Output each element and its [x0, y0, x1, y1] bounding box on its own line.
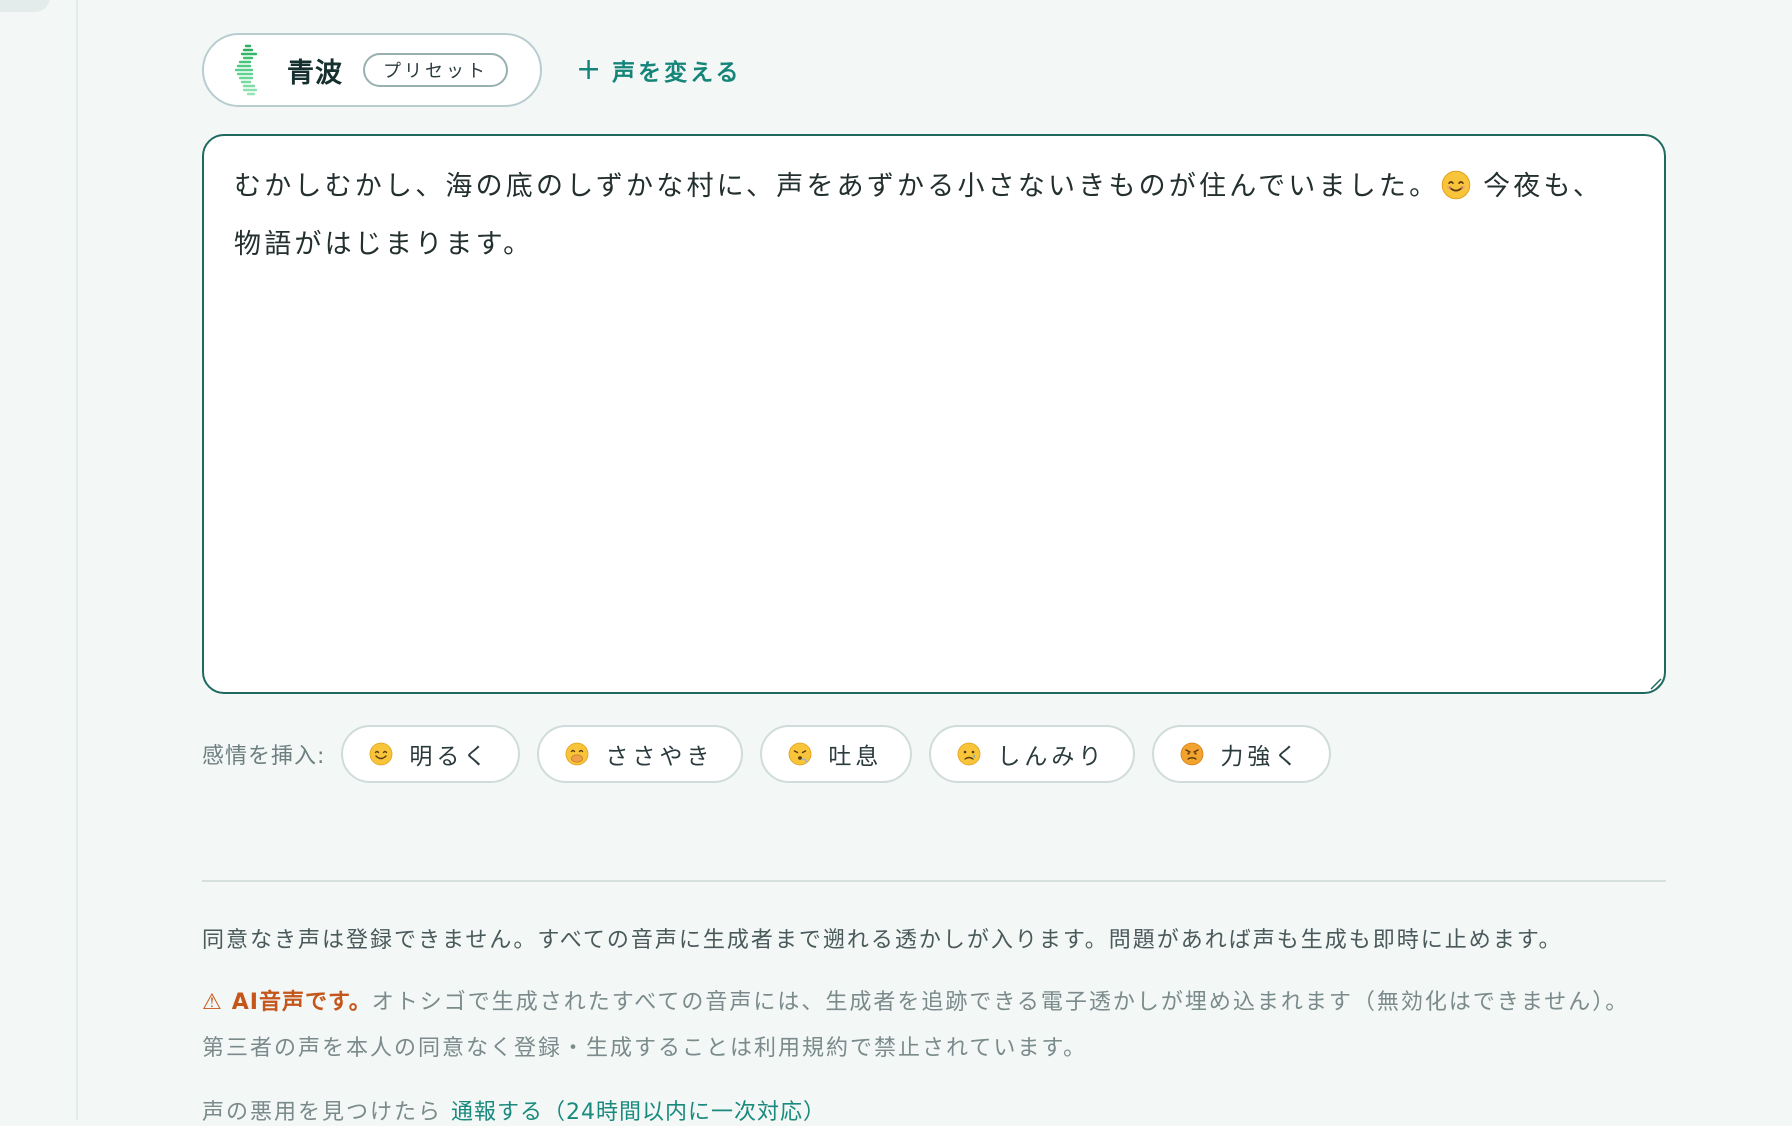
- emotion-button-sigh[interactable]: 吐息: [760, 725, 913, 783]
- emotion-insert-row: 感情を挿入: 明るく ささやき 吐息 しんみり 力強く: [202, 724, 1348, 784]
- report-link[interactable]: 通報する（24時間以内に一次対応）: [451, 1100, 826, 1125]
- section-divider: [202, 880, 1666, 882]
- ai-warning-label: AI音声です。: [231, 990, 372, 1015]
- smiling-face-icon: [1442, 170, 1471, 200]
- emotion-button-sad[interactable]: しんみり: [929, 725, 1136, 783]
- script-text-editor[interactable]: むかしむかし、海の底のしずかな村に、声をあずかる小さないきものが住んでいました。…: [202, 134, 1666, 694]
- emotion-button-whisper[interactable]: ささやき: [537, 725, 744, 783]
- editor-text-line1: むかしむかし、海の底のしずかな村に、声をあずかる小さないきものが住んでいました。: [234, 171, 1440, 202]
- abuse-report-notice: 声の悪用を見つけたら 通報する（24時間以内に一次対応）: [202, 1094, 826, 1126]
- face-exhaling-icon: [789, 742, 812, 766]
- resize-handle-icon[interactable]: [1646, 674, 1662, 690]
- voice-selector-row: 青波 プリセット + 声を変える: [202, 31, 741, 109]
- plus-icon: +: [576, 52, 605, 87]
- ai-warning-text2: 第三者の声を本人の同意なく登録・生成することは利用規約で禁止されています。: [202, 1036, 1088, 1061]
- change-voice-button[interactable]: + 声を変える: [576, 53, 741, 87]
- sidebar: [0, 0, 78, 1120]
- selected-voice-chip[interactable]: 青波 プリセット: [202, 33, 542, 107]
- smiling-face-icon: [370, 742, 393, 766]
- abuse-prefix: 声の悪用を見つけたら: [202, 1100, 443, 1125]
- ai-voice-warning: ⚠ AI音声です。オトシゴで生成されたすべての音声には、生成者を追跡できる電子透…: [202, 980, 1672, 1072]
- emotion-button-label: 吐息: [828, 744, 883, 770]
- angry-face-icon: [1181, 742, 1204, 766]
- change-voice-label: 声を変える: [612, 60, 742, 86]
- emotion-insert-label: 感情を挿入:: [202, 744, 326, 769]
- crying-face-icon: [958, 742, 981, 766]
- emotion-button-label: 明るく: [409, 744, 491, 770]
- sidebar-nav-item[interactable]: [0, 0, 50, 12]
- emotion-button-bright[interactable]: 明るく: [341, 725, 521, 783]
- emotion-button-label: しんみり: [997, 744, 1106, 770]
- emotion-button-label: 力強く: [1220, 744, 1302, 770]
- emotion-button-strong[interactable]: 力強く: [1152, 725, 1332, 783]
- face-with-hand-over-mouth-icon: [566, 742, 589, 766]
- editor-text-line1-tail: 今夜も、: [1471, 171, 1604, 202]
- warning-icon: ⚠: [202, 990, 223, 1015]
- preset-badge: プリセット: [363, 53, 508, 87]
- consent-notice: 同意なき声は登録できません。すべての音声に生成者まで遡れる透かしが入ります。問題…: [202, 928, 1563, 953]
- voice-name: 青波: [287, 57, 343, 89]
- ai-warning-text1: オトシゴで生成されたすべての音声には、生成者を追跡できる電子透かしが埋め込まれま…: [371, 990, 1630, 1015]
- seahorse-icon: [234, 44, 258, 96]
- editor-text-line2: 物語がはじまります。: [234, 229, 534, 260]
- emotion-button-label: ささやき: [605, 744, 714, 770]
